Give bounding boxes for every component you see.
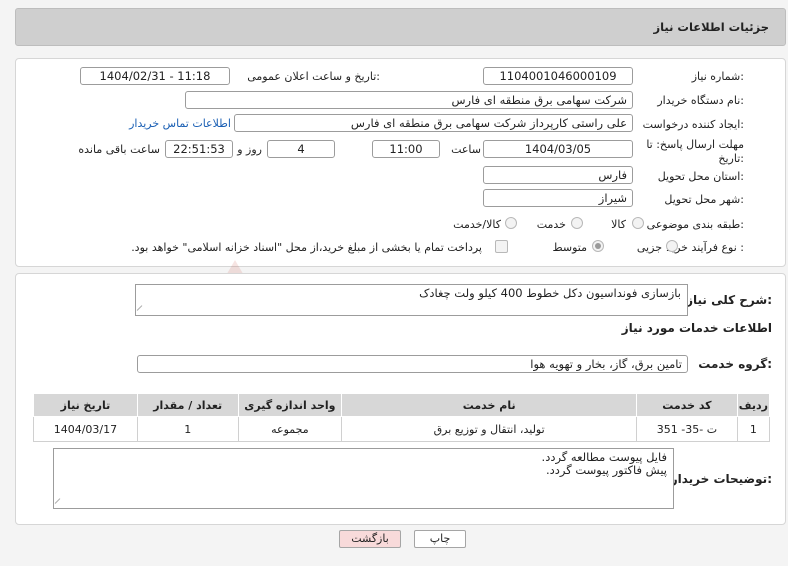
col-qty-header: تعداد / مقدار (136, 393, 239, 417)
print-button[interactable]: چاپ (414, 530, 466, 548)
days-label: روز و (237, 143, 262, 156)
buyer-notes-line-2: پیش فاکتور پیوست گردد. (546, 463, 667, 477)
process-label: نوع فرآیند خرید : (666, 241, 744, 254)
resize-grip-icon[interactable] (136, 305, 148, 316)
treasury-payment-text: پرداخت تمام یا بخشی از مبلغ خرید،از محل … (131, 241, 482, 254)
cell-row: 1 (736, 416, 771, 442)
col-row-header: ردیف (736, 393, 771, 417)
col-code-header: کد خدمت (636, 393, 738, 417)
buyer-org-field[interactable]: شرکت سهامی برق منطقه ای فارس (185, 91, 633, 109)
summary-label: شرح کلی نیاز: (686, 293, 772, 307)
deadline-time-field[interactable]: 11:00 (372, 140, 440, 158)
city-field[interactable]: شیراز (483, 189, 633, 207)
process-medium-radio[interactable] (592, 240, 604, 252)
contact-info-link[interactable]: اطلاعات تماس خریدار (129, 117, 231, 130)
services-table: ردیف کد خدمت نام خدمت واحد اندازه گیری ت… (33, 393, 771, 442)
process-medium-label: متوسط (552, 241, 587, 254)
remaining-time-field[interactable]: 22:51:53 (165, 140, 233, 158)
creator-label: ایجاد کننده درخواست: (642, 118, 744, 131)
deadline-label: مهلت ارسال پاسخ: تا تاریخ: (644, 138, 744, 166)
col-name-header: نام خدمت (341, 393, 638, 417)
process-minor-radio[interactable] (666, 240, 678, 252)
need-number-field[interactable]: 1104001046000109 (483, 67, 633, 85)
buyer-notes-textarea[interactable]: فایل پیوست مطالعه گردد. پیش فاکتور پیوست… (53, 448, 674, 509)
remaining-label: ساعت باقی مانده (78, 143, 160, 156)
category-label: طبقه بندی موضوعی: (646, 218, 744, 231)
category-service-label: خدمت (536, 218, 566, 231)
need-number-label: شماره نیاز: (691, 70, 744, 83)
table-row[interactable]: 1 ت -35- 351 تولید، انتقال و توزیع برق م… (33, 416, 771, 442)
city-label: شهر محل تحویل: (664, 193, 744, 206)
category-goods-label: کالا (611, 218, 626, 231)
deadline-time-label: ساعت (451, 143, 481, 156)
summary-text: بازسازی فونداسیون دکل خطوط 400 کیلو ولت … (419, 286, 681, 300)
cell-unit: مجموعه (237, 416, 343, 442)
cell-name: تولید، انتقال و توزیع برق (341, 416, 638, 442)
category-goods-service-radio[interactable] (505, 217, 517, 229)
province-field[interactable]: فارس (483, 166, 633, 184)
col-date-header: تاریخ نیاز (33, 393, 138, 417)
resize-grip-icon[interactable] (54, 498, 66, 509)
back-button[interactable]: بازگشت (339, 530, 401, 548)
page-title: جزئیات اطلاعات نیاز (653, 20, 769, 34)
service-group-label: گروه خدمت: (698, 357, 772, 371)
creator-field[interactable]: علی راستی کارپرداز شرکت سهامی برق منطقه … (234, 114, 633, 132)
summary-textarea[interactable]: بازسازی فونداسیون دکل خطوط 400 کیلو ولت … (135, 284, 688, 316)
services-table-header: ردیف کد خدمت نام خدمت واحد اندازه گیری ت… (33, 393, 771, 417)
days-field[interactable]: 4 (267, 140, 335, 158)
cell-code: ت -35- 351 (636, 416, 738, 442)
treasury-checkbox[interactable] (495, 240, 508, 253)
services-section-title: اطلاعات خدمات مورد نیاز (621, 321, 772, 335)
page-header: جزئیات اطلاعات نیاز (15, 8, 786, 46)
process-minor-label: جزیی (636, 241, 662, 254)
category-goods-radio[interactable] (632, 217, 644, 229)
category-service-radio[interactable] (571, 217, 583, 229)
announce-field[interactable]: 1404/02/31 - 11:18 (80, 67, 230, 85)
announce-label: تاریخ و ساعت اعلان عمومی: (247, 70, 380, 83)
deadline-label-text: مهلت ارسال پاسخ: تا تاریخ: (646, 138, 744, 165)
buyer-org-label: نام دستگاه خریدار: (657, 94, 744, 107)
col-unit-header: واحد اندازه گیری (237, 393, 343, 417)
buyer-notes-label: توضیحات خریدار: (670, 472, 772, 486)
province-label: استان محل تحویل: (657, 170, 744, 183)
category-goods-service-label: کالا/خدمت (453, 218, 501, 231)
cell-qty: 1 (136, 416, 239, 442)
service-group-field[interactable]: تامین برق، گاز، بخار و تهویه هوا (137, 355, 688, 373)
deadline-date-field[interactable]: 1404/03/05 (483, 140, 633, 158)
cell-date: 1404/03/17 (33, 416, 138, 442)
